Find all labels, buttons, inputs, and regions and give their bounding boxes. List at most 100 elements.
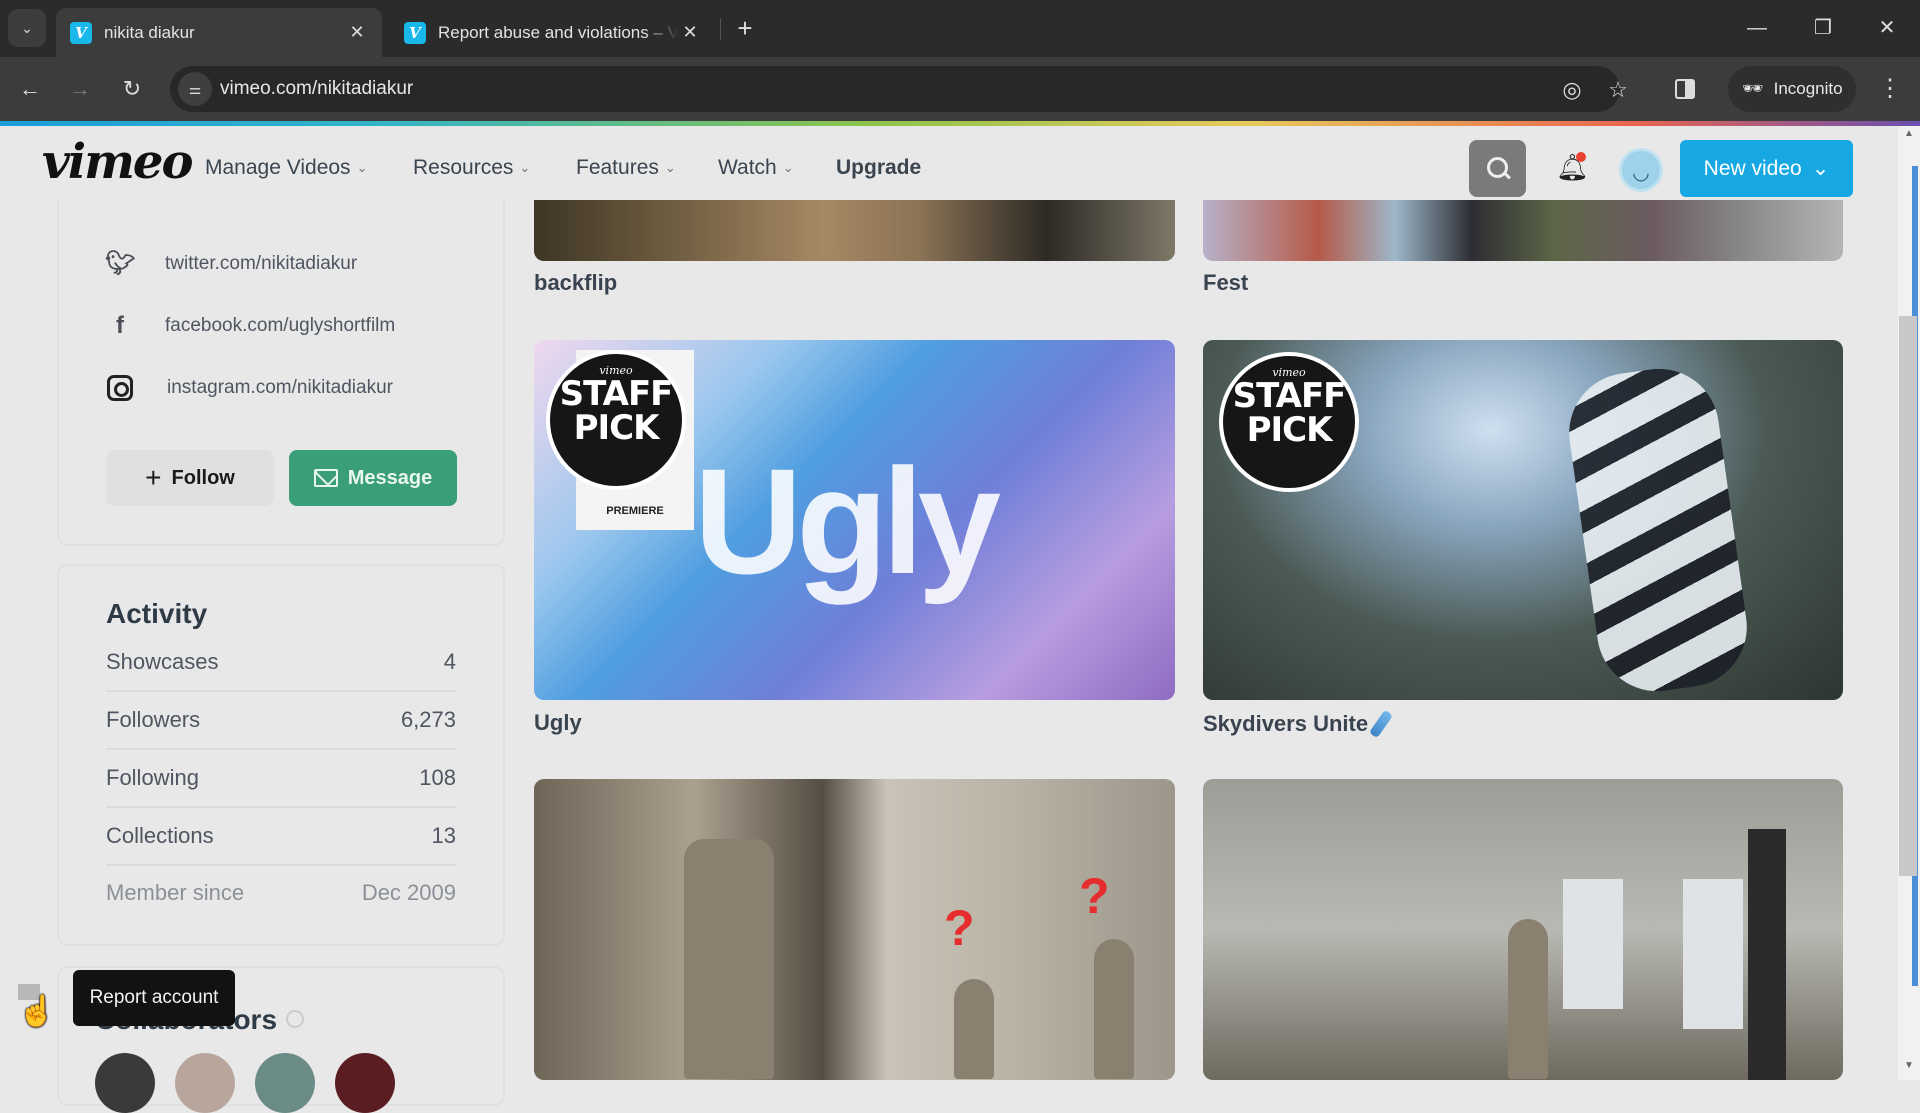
instagram-icon [107,375,133,401]
stat-following[interactable]: Following 108 [106,750,456,808]
stat-showcases[interactable]: Showcases 4 [106,634,456,692]
forward-button[interactable]: → [62,71,98,107]
bookmark-star-icon[interactable]: ☆ [1604,76,1632,104]
stat-label: Member since [106,880,245,905]
envelope-icon [313,469,338,487]
scroll-thumb[interactable] [1899,316,1917,876]
incognito-label: Incognito [1773,79,1843,98]
minimize-button[interactable]: — [1740,12,1774,44]
tracking-protection-icon[interactable]: ◎ [1558,76,1586,104]
question-mark-overlay: ? [944,900,975,956]
skydiver-figure [1561,361,1755,699]
window-close-button[interactable]: ✕ [1870,12,1904,44]
video-title-skydivers-unite[interactable]: Skydivers Unite [1203,709,1394,739]
collaborator-avatar[interactable] [95,1053,155,1113]
facebook-icon: f [116,312,124,339]
new-tab-button[interactable]: + [732,14,758,42]
video-title-ugly[interactable]: Ugly [534,710,582,736]
wall-bar [1748,829,1786,1080]
nav-label: Features [576,156,659,179]
vimeo-favicon-icon: V [404,21,426,44]
staff-pick-badge: vimeo STAFF PICK [546,350,686,490]
tab-nikita-diakur[interactable]: V nikita diakur ✕ [56,8,382,57]
message-label: Message [347,466,433,489]
close-tab-icon[interactable]: ✕ [679,22,701,43]
collaborator-avatar[interactable] [175,1053,235,1113]
stat-value: Dec 2009 [361,880,456,905]
person-figure [1094,939,1134,1079]
stat-collections[interactable]: Collections 13 [106,808,456,866]
staff-pick-line1: STAFF [559,374,674,414]
search-button[interactable] [1469,140,1526,197]
edit-pencil-icon[interactable] [1368,709,1394,739]
video-title-fest[interactable]: Fest [1203,270,1248,296]
side-panel-icon[interactable] [1675,79,1695,99]
site-info-icon[interactable]: ⚌ [178,72,212,106]
person-figure [954,979,994,1079]
follow-button[interactable]: + Follow [106,450,274,506]
new-video-button[interactable]: New video ⌄ [1680,140,1853,197]
chevron-down-icon: ⌄ [782,160,794,175]
question-mark-overlay: ? [1079,868,1110,924]
user-avatar[interactable] [1619,148,1663,192]
social-link-text[interactable]: facebook.com/uglyshortfilm [165,315,395,337]
video-thumbnail-3[interactable]: ? ? [534,779,1175,1080]
collaborator-avatar[interactable] [255,1053,315,1113]
follow-label: Follow [171,466,235,489]
stat-label: Followers [106,707,201,732]
collaborator-avatar[interactable] [335,1053,395,1113]
close-tab-icon[interactable]: ✕ [346,22,368,43]
url-text[interactable]: vimeo.com/nikitadiakur [220,78,413,100]
social-link-text[interactable]: twitter.com/nikitadiakur [165,253,357,275]
video-thumbnail-fest[interactable] [1203,200,1843,261]
premiere-label: PREMIERE [606,505,664,517]
browser-menu-icon[interactable]: ⋮ [1878,71,1902,107]
stat-member-since: Member since Dec 2009 [106,864,456,922]
nav-label: Upgrade [836,156,922,179]
back-button[interactable]: ← [12,71,48,107]
new-video-label: New video [1703,156,1802,180]
social-link-text[interactable]: instagram.com/nikitadiakur [167,377,393,399]
stat-label: Showcases [106,649,219,674]
nav-resources[interactable]: Resources ⌄ [413,156,530,180]
social-link-facebook[interactable]: f facebook.com/uglyshortfilm [105,312,395,340]
info-icon[interactable] [286,1010,304,1028]
tab-title: Report abuse and violations – Vimeo [438,22,679,42]
chevron-down-icon: ⌄ [356,160,368,175]
tab-separator [720,18,721,40]
video-thumbnail-4[interactable] [1203,779,1843,1080]
nav-manage-videos[interactable]: Manage Videos ⌄ [205,156,367,180]
window [1563,879,1623,1009]
person-figure [684,839,774,1079]
staff-pick-line1: STAFF [1232,376,1347,416]
page-scrollbar[interactable]: ▲ ▼ [1898,126,1920,1080]
tab-report-abuse[interactable]: V Report abuse and violations – Vimeo ✕ [390,8,715,57]
vimeo-logo[interactable]: vimeo [42,134,193,190]
chevron-down-icon: ⌄ [21,19,33,36]
tab-search-button[interactable]: ⌄ [8,9,46,47]
nav-upgrade[interactable]: Upgrade [836,156,921,180]
nav-features[interactable]: Features ⌄ [576,156,676,180]
vimeo-header: vimeo Manage Videos ⌄ Resources ⌄ Featur… [0,126,1898,210]
address-bar[interactable]: ⚌ vimeo.com/nikitadiakur ◎ ☆ [170,66,1628,112]
video-title-backflip[interactable]: backflip [534,270,617,296]
staff-pick-badge: vimeo STAFF PICK [1219,352,1359,492]
restore-button[interactable]: ❐ [1806,12,1840,44]
browser-tab-bar: ⌄ V nikita diakur ✕ V Report abuse and v… [0,0,1920,57]
video-title-text: Skydivers Unite [1203,711,1369,736]
video-thumbnail-backflip[interactable] [534,200,1175,261]
incognito-badge[interactable]: 🕶︎ Incognito [1728,66,1856,112]
social-link-instagram[interactable]: instagram.com/nikitadiakur [105,375,393,401]
person-figure [1508,919,1548,1079]
video-thumbnail-skydivers-unite[interactable]: vimeo STAFF PICK [1203,340,1843,700]
scroll-down-arrow-icon[interactable]: ▼ [1898,1060,1920,1078]
chevron-down-icon: ⌄ [664,160,676,175]
reload-button[interactable]: ↻ [114,71,150,107]
scroll-up-arrow-icon[interactable]: ▲ [1898,128,1920,146]
video-thumbnail-ugly[interactable]: Ugly PREMIERE vimeo STAFF PICK [534,340,1175,700]
stat-followers[interactable]: Followers 6,273 [106,692,456,750]
browser-toolbar: ← → ↻ ⚌ vimeo.com/nikitadiakur ◎ ☆ 🕶︎ In… [0,57,1920,121]
nav-watch[interactable]: Watch ⌄ [718,156,794,180]
social-link-twitter[interactable]: 🐦︎ twitter.com/nikitadiakur [105,249,357,278]
message-button[interactable]: Message [289,450,457,506]
